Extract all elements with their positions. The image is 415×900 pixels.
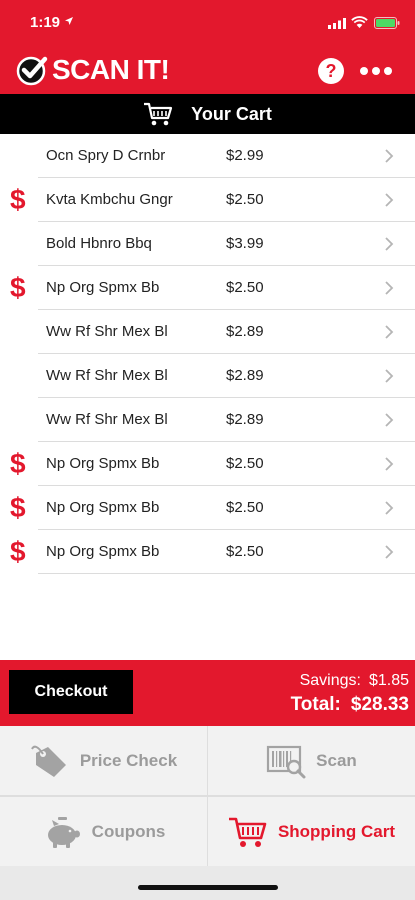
piggy-bank-icon [47,816,80,848]
cellular-signal-icon [328,18,346,29]
item-name: Ww Rf Shr Mex Bl [46,367,168,384]
status-time: 1:19 [30,14,61,31]
chevron-right-icon [385,501,394,515]
help-button[interactable]: ? [318,58,344,84]
cart-title: Your Cart [191,103,272,124]
item-price: $2.50 [226,191,264,208]
item-name: Ocn Spry D Crnbr [46,147,166,164]
app-title: SCAN IT! [52,54,170,85]
item-name: Kvta Kmbchu Gngr [46,191,173,208]
battery-icon [374,17,400,29]
item-name: Ww Rf Shr Mex Bl [46,411,168,428]
chevron-right-icon [385,369,394,383]
item-name: Np Org Spmx Bb [46,499,160,516]
cart-item-row[interactable]: $ Np Org Spmx Bb $2.50 [0,442,415,486]
chevron-right-icon [385,413,394,427]
price-check-button[interactable]: Price Check [0,726,207,795]
sale-dollar-icon: $ [10,536,26,567]
home-indicator-area [0,866,415,900]
total-label: Total: [290,694,341,715]
cart-item-row[interactable]: Bold Hbnro Bbq $3.99 [0,222,415,266]
cart-item-row[interactable]: Ww Rf Shr Mex Bl $2.89 [0,398,415,442]
savings-value: $1.85 [368,672,409,689]
price-check-label: Price Check [79,750,178,770]
more-options-icon[interactable] [359,61,393,81]
wifi-icon [351,16,368,28]
cart-item-row[interactable]: Ocn Spry D Crnbr $2.99 [0,134,415,178]
barcode-scan-icon [267,745,306,778]
item-name: Np Org Spmx Bb [46,543,160,560]
cart-item-list: Ocn Spry D Crnbr $2.99 $ Kvta Kmbchu Gng… [0,134,415,574]
item-price: $2.89 [226,411,264,428]
chevron-right-icon [385,237,394,251]
item-price: $2.50 [226,455,264,472]
checkout-button[interactable]: Checkout [9,670,133,714]
chevron-right-icon [385,325,394,339]
bottom-nav: Price Check Scan Coupons Shopping Cart [0,726,415,866]
item-name: Np Org Spmx Bb [46,455,160,472]
item-price: $2.99 [226,147,264,164]
item-price: $2.50 [226,543,264,560]
cart-item-row[interactable]: $ Np Org Spmx Bb $2.50 [0,486,415,530]
price-tag-icon [30,745,66,777]
app-header: 1:19 SCAN IT! ? [0,0,415,94]
cart-item-row[interactable]: $ Kvta Kmbchu Gngr $2.50 [0,178,415,222]
shopping-cart-icon [144,102,173,126]
item-price: $3.99 [226,235,264,252]
status-bar: 1:19 [0,0,415,44]
brand: SCAN IT! [16,52,170,88]
shopping-cart-icon [228,817,267,847]
item-name: Ww Rf Shr Mex Bl [46,323,168,340]
item-name: Bold Hbnro Bbq [46,235,152,252]
checkmark-logo-icon [16,56,48,86]
chevron-right-icon [385,545,394,559]
total-value: $28.33 [350,694,409,715]
savings-summary: Savings: $1.85 [292,672,409,690]
sale-dollar-icon: $ [10,492,26,523]
chevron-right-icon [385,281,394,295]
sale-dollar-icon: $ [10,272,26,303]
location-arrow-icon [65,17,73,25]
item-price: $2.50 [226,279,264,296]
cart-title-bar: Your Cart [0,94,415,134]
item-price: $2.89 [226,367,264,384]
chevron-right-icon [385,193,394,207]
cart-item-row[interactable]: Ww Rf Shr Mex Bl $2.89 [0,310,415,354]
item-name: Np Org Spmx Bb [46,279,160,296]
coupons-button[interactable]: Coupons [0,797,207,866]
shopping-cart-button[interactable]: Shopping Cart [208,797,415,866]
chevron-right-icon [385,457,394,471]
chevron-right-icon [385,149,394,163]
cart-item-row[interactable]: $ Np Org Spmx Bb $2.50 [0,530,415,574]
scan-label: Scan [316,750,357,770]
sale-dollar-icon: $ [10,184,26,215]
scan-button[interactable]: Scan [208,726,415,795]
sale-dollar-icon: $ [10,448,26,479]
item-price: $2.50 [226,499,264,516]
savings-label: Savings: [299,672,361,689]
coupons-label: Coupons [91,821,166,841]
home-indicator[interactable] [138,885,278,890]
shopping-cart-label: Shopping Cart [277,821,396,841]
item-price: $2.89 [226,323,264,340]
cart-item-row[interactable]: $ Np Org Spmx Bb $2.50 [0,266,415,310]
checkout-bar: Checkout Savings: $1.85 Total: $28.33 [0,660,415,726]
cart-item-row[interactable]: Ww Rf Shr Mex Bl $2.89 [0,354,415,398]
total-summary: Total: $28.33 [281,694,409,716]
